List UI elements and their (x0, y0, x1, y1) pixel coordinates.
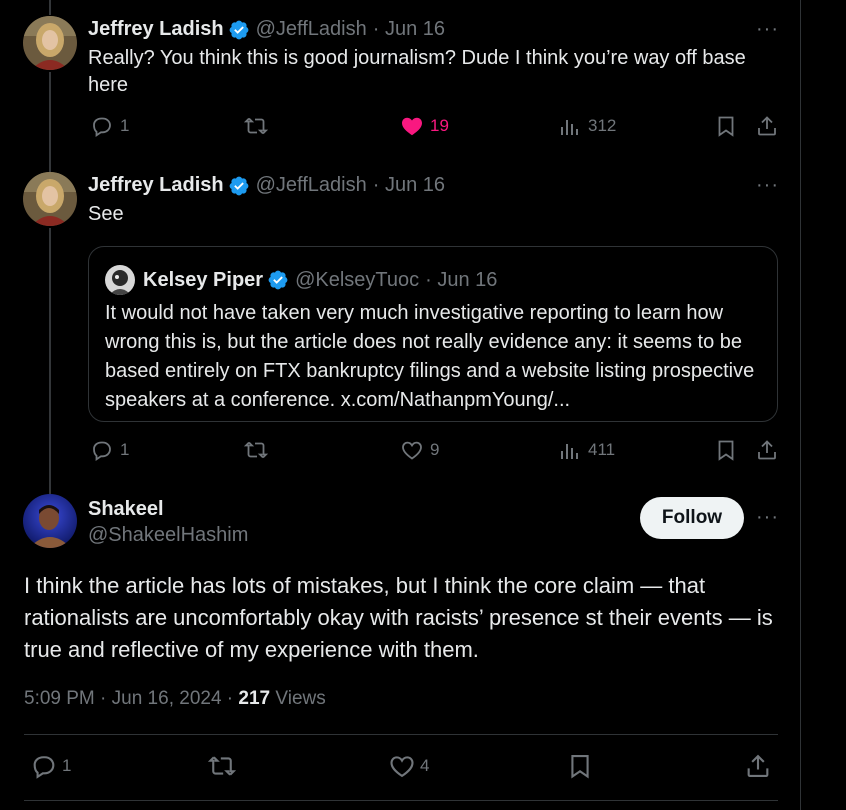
tweet-timestamp[interactable]: 5:09 PM · Jun 16, 2024 · (24, 688, 233, 709)
reply-icon (33, 756, 55, 779)
quoted-tweet-text: It would not have taken very much invest… (105, 302, 755, 411)
tweet-meta: 5:09 PM · Jun 16, 2024 · 217 Views (24, 688, 326, 710)
reply-count: 1 (120, 116, 130, 135)
like-count: 19 (430, 116, 449, 135)
reply-icon (93, 117, 111, 137)
author-name[interactable]: Jeffrey Ladish (88, 18, 224, 41)
thread-line (49, 228, 51, 494)
tweet-time[interactable]: · Jun 16 (373, 18, 445, 41)
like-count: 4 (420, 756, 430, 775)
verified-badge-icon (268, 270, 288, 290)
views-button[interactable]: 312 (558, 114, 616, 138)
bookmark-icon (718, 116, 734, 137)
bookmark-icon (571, 755, 589, 779)
views-count: 217 (238, 688, 271, 709)
reply-button[interactable]: 1 (90, 438, 129, 462)
bookmark-button[interactable] (566, 752, 598, 780)
divider (24, 800, 778, 801)
quoted-tweet[interactable]: Kelsey Piper @KelseyTuoc · Jun 16 It wou… (88, 246, 778, 422)
verified-badge-icon (229, 176, 249, 195)
reply-count: 1 (62, 756, 72, 775)
repost-button[interactable] (208, 752, 240, 780)
share-icon (747, 754, 769, 777)
verified-badge-icon (229, 20, 249, 39)
tweet-header: Jeffrey Ladish @JeffLadish · Jun 16 (88, 174, 445, 197)
views-count: 312 (588, 116, 617, 135)
divider (24, 734, 778, 735)
quoted-author-handle: @KelseyTuoc (295, 268, 420, 291)
more-options-icon[interactable]: ··· (756, 174, 779, 197)
author-handle[interactable]: @ShakeelHashim (88, 524, 248, 547)
author-name[interactable]: Jeffrey Ladish (88, 174, 224, 197)
views-count: 411 (588, 440, 616, 459)
bookmark-icon (718, 440, 734, 461)
share-button[interactable] (755, 438, 785, 462)
share-icon (758, 440, 776, 460)
like-button[interactable]: 19 (400, 114, 449, 138)
views-label: Views (275, 688, 326, 709)
tweet-actions: 1 19 312 (88, 114, 788, 144)
repost-icon (244, 117, 268, 135)
tweet-actions: 1 9 411 (88, 438, 788, 468)
avatar[interactable] (23, 172, 77, 226)
analytics-icon (561, 120, 578, 135)
reply-count: 1 (120, 440, 130, 459)
quoted-author-name: Kelsey Piper (143, 268, 264, 291)
column-border (800, 0, 801, 810)
repost-button[interactable] (244, 114, 274, 138)
views-button[interactable]: 411 (558, 438, 615, 462)
quoted-tweet-time: · Jun 16 (425, 268, 498, 291)
analytics-icon (561, 444, 578, 459)
reply-icon (93, 441, 111, 461)
like-count: 9 (430, 440, 440, 459)
thread-line (49, 72, 51, 172)
author-handle[interactable]: @JeffLadish (256, 18, 367, 41)
tweet-text: See (88, 203, 124, 225)
quoted-tweet-header: Kelsey Piper @KelseyTuoc · Jun 16 (105, 265, 497, 295)
repost-icon (208, 756, 236, 776)
author-name[interactable]: Shakeel (88, 498, 164, 521)
tweet-text: Really? You think this is good journalis… (88, 47, 746, 96)
more-options-icon[interactable]: ··· (756, 506, 779, 529)
more-options-icon[interactable]: ··· (756, 18, 779, 41)
reply-button[interactable]: 1 (90, 114, 129, 138)
bookmark-button[interactable] (714, 438, 744, 462)
heart-filled-icon (402, 117, 422, 136)
like-button[interactable]: 4 (388, 752, 429, 780)
avatar[interactable] (23, 16, 77, 70)
share-icon (758, 116, 776, 136)
author-handle[interactable]: @JeffLadish (256, 174, 367, 197)
share-button[interactable] (744, 752, 776, 780)
heart-icon (390, 756, 414, 778)
follow-button[interactable]: Follow (640, 497, 744, 539)
tweet-text: I think the article has lots of mistakes… (24, 573, 773, 662)
tweet-header: Shakeel (88, 498, 164, 521)
quoted-avatar (105, 265, 135, 295)
repost-button[interactable] (244, 438, 274, 462)
tweet-time[interactable]: · Jun 16 (373, 174, 445, 197)
like-button[interactable]: 9 (400, 438, 439, 462)
avatar[interactable] (23, 494, 77, 548)
share-button[interactable] (755, 114, 785, 138)
heart-icon (402, 441, 422, 460)
tweet-header: Jeffrey Ladish @JeffLadish · Jun 16 (88, 18, 445, 41)
thread-line (49, 0, 51, 15)
repost-icon (244, 441, 268, 459)
bookmark-button[interactable] (714, 114, 744, 138)
reply-button[interactable]: 1 (30, 752, 71, 780)
